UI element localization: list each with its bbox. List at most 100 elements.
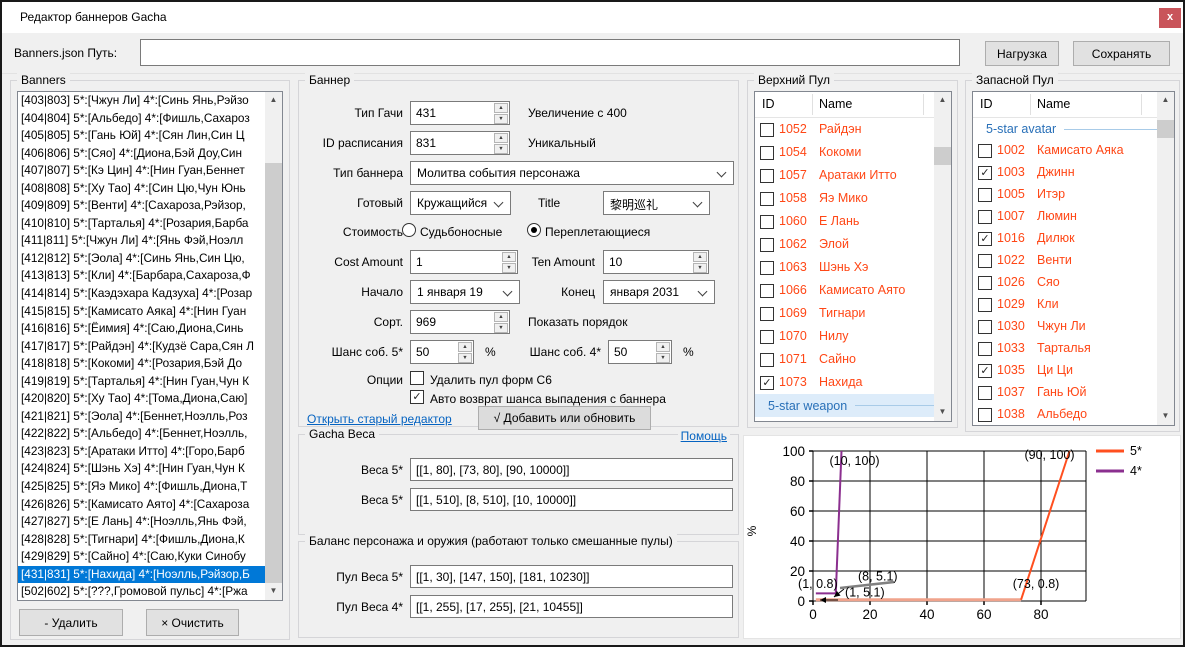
upper-pool-table[interactable]: IDName1052Райдэн1054Кокоми1057Аратаки Ит…: [754, 91, 952, 422]
banners-listbox[interactable]: [403|803] 5*:[Чжун Ли] 4*:[Синь Янь,Рэйз…: [17, 91, 283, 601]
banner-list-item[interactable]: [427|827] 5*:[Е Лань] 4*:[Ноэлль,Янь Фэй…: [18, 513, 267, 531]
chance5-stepper[interactable]: 50▲▼: [410, 340, 474, 364]
schedule-id-stepper[interactable]: 831▲▼: [410, 131, 510, 155]
pool-row[interactable]: ✓1003Джинн: [973, 162, 1174, 184]
reserve-pool-table[interactable]: IDName5-star avatar1002Камисато Аяка✓100…: [972, 91, 1175, 426]
banner-list-item[interactable]: [409|809] 5*:[Венти] 4*:[Сахароза,Рэйзор…: [18, 197, 267, 215]
pool-row[interactable]: 1037Гань Юй: [973, 382, 1174, 404]
pool-row-checkbox[interactable]: ✓: [978, 232, 992, 246]
pool-row[interactable]: 1066Камисато Аято: [755, 279, 951, 302]
upper-pool-scrollbar[interactable]: ▲▼: [934, 92, 951, 421]
spin-down-icon[interactable]: ▼: [693, 263, 707, 273]
pool-row-checkbox[interactable]: [760, 215, 774, 229]
pool-row[interactable]: 1007Люмин: [973, 206, 1174, 228]
banner-list-item[interactable]: [411|811] 5*:[Чжун Ли] 4*:[Янь Фэй,Ноэлл: [18, 232, 267, 250]
pool-row-checkbox[interactable]: [760, 192, 774, 206]
spin-down-icon[interactable]: ▼: [494, 144, 508, 154]
banner-list-item[interactable]: [425|825] 5*:[Яэ Мико] 4*:[Фишль,Диона,Т: [18, 478, 267, 496]
scroll-thumb[interactable]: [265, 163, 282, 583]
pool-row-checkbox[interactable]: [760, 238, 774, 252]
spin-down-icon[interactable]: ▼: [494, 114, 508, 124]
banner-list-item[interactable]: [403|803] 5*:[Чжун Ли] 4*:[Синь Янь,Рэйз…: [18, 92, 267, 110]
load-button[interactable]: Нагрузка: [985, 41, 1059, 66]
pool-row-checkbox[interactable]: [760, 330, 774, 344]
pool-row[interactable]: 1002Камисато Аяка: [973, 140, 1174, 162]
pool-row-checkbox[interactable]: [978, 144, 992, 158]
pool-row[interactable]: 1057Аратаки Итто: [755, 164, 951, 187]
help-link[interactable]: Помощь: [678, 429, 730, 443]
scroll-down-icon[interactable]: ▼: [934, 404, 951, 421]
old-editor-link[interactable]: Открыть старый редактор: [307, 412, 452, 426]
pool-row-checkbox[interactable]: [760, 261, 774, 275]
pool-row-checkbox[interactable]: [760, 353, 774, 367]
auto-return-checkbox[interactable]: ✓: [410, 390, 424, 404]
banner-list-item[interactable]: [419|819] 5*:[Тарталья] 4*:[Нин Гуан,Чун…: [18, 373, 267, 391]
banner-list-item[interactable]: [408|808] 5*:[Ху Тао] 4*:[Син Цю,Чун Юнь: [18, 180, 267, 198]
scroll-up-icon[interactable]: ▲: [934, 92, 951, 109]
pool-row-checkbox[interactable]: [760, 307, 774, 321]
banners-scrollbar[interactable]: ▲▼: [265, 92, 282, 600]
column-header-name[interactable]: Name: [1037, 97, 1070, 111]
banner-list-item[interactable]: [406|806] 5*:[Сяо] 4*:[Диона,Бэй Доу,Син: [18, 145, 267, 163]
pool-row-checkbox[interactable]: [978, 298, 992, 312]
banner-list-item[interactable]: [421|821] 5*:[Эола] 4*:[Беннет,Ноэлль,Ро…: [18, 408, 267, 426]
pool-row-checkbox[interactable]: [760, 422, 774, 423]
column-header-name[interactable]: Name: [819, 97, 852, 111]
pool-row[interactable]: 1038Альбедо: [973, 404, 1174, 426]
pool-row-checkbox[interactable]: [978, 188, 992, 202]
spin-up-icon[interactable]: ▲: [494, 133, 508, 143]
pool-row[interactable]: 1030Чжун Ли: [973, 316, 1174, 338]
pool-row[interactable]: ✓1035Ци Ци: [973, 360, 1174, 382]
spin-up-icon[interactable]: ▲: [693, 252, 707, 262]
banner-list-item[interactable]: [428|828] 5*:[Тигнари] 4*:[Фишль,Диона,К: [18, 531, 267, 549]
save-button[interactable]: Сохранять: [1073, 41, 1170, 66]
banner-list-item[interactable]: [415|815] 5*:[Камисато Аяка] 4*:[Нин Гуа…: [18, 303, 267, 321]
scroll-down-icon[interactable]: ▼: [1157, 408, 1174, 425]
scroll-down-icon[interactable]: ▼: [265, 583, 282, 600]
pool-row[interactable]: 1062Элой: [755, 233, 951, 256]
spin-up-icon[interactable]: ▲: [458, 342, 472, 352]
gacha-type-stepper[interactable]: 431▲▼: [410, 101, 510, 125]
ten-amount-stepper[interactable]: 10▲▼: [603, 250, 709, 274]
pool-row-checkbox[interactable]: [760, 123, 774, 137]
clear-banners-button[interactable]: × Очистить: [146, 609, 239, 636]
cost-radio-fate[interactable]: [402, 223, 416, 237]
scroll-thumb[interactable]: [934, 147, 951, 165]
remove-pool-checkbox[interactable]: [410, 371, 424, 385]
pool-row[interactable]: 1054Кокоми: [755, 141, 951, 164]
path-input[interactable]: [140, 39, 960, 66]
banner-list-item[interactable]: [404|804] 5*:[Альбедо] 4*:[Фишль,Сахароз: [18, 110, 267, 128]
weights5-input[interactable]: [410, 458, 733, 481]
pool-row-checkbox[interactable]: [978, 342, 992, 356]
banner-list-item[interactable]: [502|602] 5*:[???,Громовой пульс] 4*:[Рж…: [18, 583, 267, 601]
chance4-stepper[interactable]: 50▲▼: [608, 340, 672, 364]
banner-list-item[interactable]: [418|818] 5*:[Кокоми] 4*:[Розария,Бэй До: [18, 355, 267, 373]
pool-row-checkbox[interactable]: [978, 408, 992, 422]
spin-down-icon[interactable]: ▼: [494, 323, 508, 333]
banner-list-item[interactable]: [429|829] 5*:[Сайно] 4*:[Саю,Куки Синобу: [18, 548, 267, 566]
pool-row-checkbox[interactable]: [760, 284, 774, 298]
pool-row-checkbox[interactable]: [978, 386, 992, 400]
banner-list-item[interactable]: [431|831] 5*:[Нахида] 4*:[Ноэлль,Рэйзор,…: [18, 566, 267, 584]
spin-down-icon[interactable]: ▼: [656, 353, 670, 363]
pool-row[interactable]: 1029Кли: [973, 294, 1174, 316]
banner-list-item[interactable]: [410|810] 5*:[Тарталья] 4*:[Розария,Барб…: [18, 215, 267, 233]
banner-list-item[interactable]: [407|807] 5*:[Кэ Цин] 4*:[Нин Гуан,Бенне…: [18, 162, 267, 180]
pool-row[interactable]: 1005Итэр: [973, 184, 1174, 206]
pool-row[interactable]: 1071Сайно: [755, 348, 951, 371]
banner-list-item[interactable]: [426|826] 5*:[Камисато Аято] 4*:[Сахароз…: [18, 496, 267, 514]
title-select[interactable]: 黎明巡礼: [603, 191, 710, 215]
close-icon[interactable]: x: [1159, 8, 1181, 28]
pool-row-checkbox[interactable]: ✓: [760, 376, 774, 390]
end-date-select[interactable]: января 2031: [603, 280, 715, 304]
pool-row-checkbox[interactable]: [978, 320, 992, 334]
pool-row[interactable]: 1033Тарталья: [973, 338, 1174, 360]
prefab-select[interactable]: Кружащийся л: [410, 191, 511, 215]
scroll-thumb[interactable]: [1157, 120, 1174, 138]
delete-banner-button[interactable]: - Удалить: [19, 609, 123, 636]
banner-list-item[interactable]: [414|814] 5*:[Каэдэхара Кадзуха] 4*:[Роз…: [18, 285, 267, 303]
pool-row-checkbox[interactable]: [978, 276, 992, 290]
pool-row[interactable]: 1070Нилу: [755, 325, 951, 348]
pool-row-checkbox[interactable]: [978, 254, 992, 268]
pool-row[interactable]: 11501Меч Сокола: [755, 417, 951, 422]
